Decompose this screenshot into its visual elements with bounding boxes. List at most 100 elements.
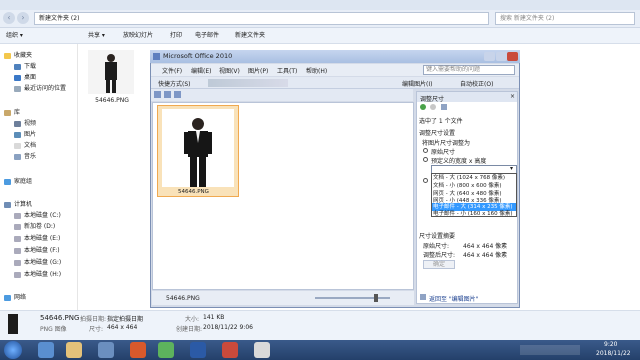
close-icon[interactable] <box>507 52 518 61</box>
nav-homegroup[interactable]: 家庭组 <box>4 177 32 187</box>
predefined-size-radio[interactable] <box>423 157 428 162</box>
app-icon[interactable] <box>98 342 114 358</box>
forward-nav-icon[interactable] <box>430 104 436 110</box>
nav-drive-h[interactable]: 本地磁盘 (H:) <box>14 270 61 280</box>
menu-file[interactable]: 文件(F) <box>162 66 182 75</box>
nav-favorites[interactable]: 收藏夹 <box>4 51 32 61</box>
size-option[interactable]: 文档 - 大 (1024 x 768 像素) <box>432 174 516 182</box>
nav-drive-c[interactable]: 本地磁盘 (C:) <box>14 211 61 221</box>
menu-picture[interactable]: 图片(P) <box>248 66 268 75</box>
zoom-slider[interactable] <box>315 297 390 299</box>
music-icon <box>14 153 21 160</box>
address-field[interactable]: 新建文件夹 (2) <box>34 12 489 25</box>
documents-icon <box>14 142 21 149</box>
adjusted-size-key: 调整后尺寸: <box>423 252 456 259</box>
dimension-label: 尺寸: <box>89 326 104 333</box>
custom-percent-radio[interactable] <box>423 178 428 183</box>
drive-icon <box>14 235 21 242</box>
explorer-icon[interactable] <box>66 342 82 358</box>
chevron-down-icon[interactable]: ▾ <box>507 165 516 173</box>
star-icon <box>4 52 11 59</box>
predefined-size-label: 预定义的宽度 x 高度 <box>431 158 487 165</box>
nav-network[interactable]: 网络 <box>4 293 26 303</box>
back-to-edit-link[interactable]: 返回至 "编辑图片" <box>429 294 478 303</box>
shot-date-value[interactable]: 指定拍摄日期 <box>107 314 143 323</box>
ie-icon[interactable] <box>38 342 54 358</box>
edit-picture-button[interactable]: 编辑图片(I) <box>402 79 432 88</box>
slideshow-button[interactable]: 放映幻灯片 <box>123 28 153 44</box>
ok-button[interactable]: 确定 <box>423 260 455 269</box>
nav-drive-g[interactable]: 本地磁盘 (G:) <box>14 258 61 268</box>
homegroup-icon <box>4 178 11 185</box>
drive-icon <box>14 223 21 230</box>
search-input[interactable]: 搜索 新建文件夹 (2) <box>495 12 635 25</box>
window-titlebar <box>0 0 640 10</box>
details-thumbnail <box>8 314 18 334</box>
person-image <box>105 54 117 93</box>
shot-date-label: 拍摄日期: <box>80 316 107 323</box>
nav-downloads[interactable]: 下载 <box>14 62 36 72</box>
resize-settings-heading: 调整尺寸设置 <box>419 130 456 137</box>
nav-documents[interactable]: 文档 <box>14 141 36 151</box>
nav-recent[interactable]: 最近访问的位置 <box>14 84 66 94</box>
zoom-slider-thumb[interactable] <box>374 294 378 302</box>
nav-computer[interactable]: 计算机 <box>4 200 32 210</box>
nav-music[interactable]: 音乐 <box>14 152 36 162</box>
email-button[interactable]: 电子邮件 <box>195 28 219 44</box>
summary-heading: 尺寸设置摘要 <box>419 233 456 240</box>
size-option[interactable]: 电子邮件 - 小 (160 x 160 像素) <box>432 210 516 218</box>
nav-drive-d[interactable]: 新加卷 (D:) <box>14 222 55 232</box>
desktop-icon <box>14 74 21 81</box>
shortcut-button[interactable]: 快捷方式(S) <box>158 79 191 88</box>
details-filename: 54646.PNG <box>40 314 80 322</box>
drive-icon <box>14 212 21 219</box>
word-icon[interactable] <box>190 342 206 358</box>
auto-correct-button[interactable]: 自动校正(O) <box>460 79 493 88</box>
video-icon <box>14 120 21 127</box>
original-size-radio[interactable] <box>423 148 428 153</box>
pane-close-icon[interactable]: × <box>510 93 515 100</box>
menu-help[interactable]: 帮助(H) <box>306 66 327 75</box>
office-app-icon <box>153 53 160 60</box>
view-toolbar <box>151 89 413 101</box>
system-tray-icons <box>520 345 580 355</box>
app-icon[interactable] <box>222 342 238 358</box>
organize-button[interactable]: 组织 ▾ <box>6 28 23 44</box>
dimension-value: 464 x 464 <box>107 324 138 331</box>
menu-view[interactable]: 视图(V) <box>219 66 240 75</box>
drive-icon <box>14 271 21 278</box>
print-button[interactable]: 打印 <box>170 28 182 44</box>
maximize-icon[interactable] <box>496 52 507 61</box>
share-button[interactable]: 共享 ▾ <box>88 28 105 44</box>
help-search-input[interactable]: 键入需要帮助的问题 <box>423 65 515 75</box>
drive-icon <box>14 247 21 254</box>
original-size-value: 464 x 464 像素 <box>463 243 508 250</box>
file-name[interactable]: 54646.PNG <box>90 97 134 104</box>
original-size-key: 原始尺寸: <box>423 243 450 250</box>
back-icon[interactable]: ‹ <box>3 12 15 24</box>
minimize-icon[interactable] <box>484 52 495 61</box>
single-view-icon[interactable] <box>174 91 181 98</box>
forward-icon[interactable]: › <box>17 12 29 24</box>
home-icon[interactable] <box>441 104 447 110</box>
new-folder-button[interactable]: 新建文件夹 <box>235 28 265 44</box>
thumbnail-view-icon[interactable] <box>154 91 161 98</box>
menu-edit[interactable]: 编辑(E) <box>191 66 211 75</box>
filmstrip-view-icon[interactable] <box>164 91 171 98</box>
menu-tools[interactable]: 工具(T) <box>277 66 297 75</box>
app-icon[interactable] <box>158 342 174 358</box>
start-button[interactable] <box>4 341 22 359</box>
nav-drive-e[interactable]: 本地磁盘 (E:) <box>14 234 60 244</box>
picture-manager-icon[interactable] <box>254 342 270 358</box>
status-filename: 54646.PNG <box>166 295 200 302</box>
file-thumbnail[interactable] <box>88 50 134 94</box>
back-nav-icon[interactable] <box>420 104 426 110</box>
nav-libraries[interactable]: 库 <box>4 108 20 118</box>
nav-videos[interactable]: 视频 <box>14 119 36 129</box>
nav-pictures[interactable]: 图片 <box>14 130 36 140</box>
size-option[interactable]: 文档 - 小 (800 x 600 像素) <box>432 182 516 190</box>
nav-drive-f[interactable]: 本地磁盘 (F:) <box>14 246 60 256</box>
nav-desktop[interactable]: 桌面 <box>14 73 36 83</box>
pictures-icon <box>14 131 21 138</box>
firefox-icon[interactable] <box>130 342 146 358</box>
